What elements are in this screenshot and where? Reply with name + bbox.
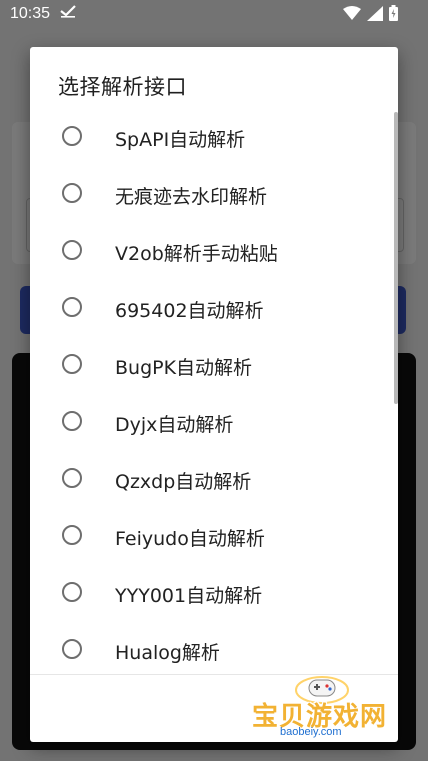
parser-option-label: V2ob解析手动粘贴 (115, 243, 278, 265)
radio-button[interactable] (62, 468, 82, 488)
battery-icon (389, 5, 398, 21)
parser-option-label: 695402自动解析 (115, 300, 264, 322)
radio-button[interactable] (62, 411, 82, 431)
status-icons (343, 5, 398, 21)
parser-option-label: Hualog解析 (115, 642, 220, 664)
watermark-url: baobeiy.com (280, 726, 342, 738)
parser-option[interactable]: V2ob解析手动粘贴 (30, 224, 398, 281)
site-watermark: 宝贝游戏网 baobeiy.com (252, 670, 402, 758)
radio-button[interactable] (62, 354, 82, 374)
radio-button[interactable] (62, 639, 82, 659)
radio-button[interactable] (62, 582, 82, 602)
signal-icon (367, 5, 383, 21)
parser-option-label: Feiyudo自动解析 (115, 528, 265, 550)
radio-button[interactable] (62, 240, 82, 260)
parser-option[interactable]: 695402自动解析 (30, 281, 398, 338)
parser-option[interactable]: SpAPI自动解析 (30, 110, 398, 167)
parser-option-label: YYY001自动解析 (115, 585, 263, 607)
radio-button[interactable] (62, 525, 82, 545)
select-parser-dialog: 选择解析接口 SpAPI自动解析 无痕迹去水印解析 V2ob解析手动粘贴 695… (30, 47, 398, 742)
check-icon (60, 4, 76, 22)
parser-option-label: Dyjx自动解析 (115, 414, 234, 436)
parser-option-label: 无痕迹去水印解析 (115, 186, 268, 208)
parser-option[interactable]: Qzxdp自动解析 (30, 452, 398, 509)
parser-option[interactable]: Feiyudo自动解析 (30, 509, 398, 566)
parser-option-label: Qzxdp自动解析 (115, 471, 252, 493)
parser-option[interactable]: 无痕迹去水印解析 (30, 167, 398, 224)
parser-option[interactable]: BugPK自动解析 (30, 338, 398, 395)
status-time: 10:35 (10, 5, 51, 22)
parser-option-list: SpAPI自动解析 无痕迹去水印解析 V2ob解析手动粘贴 695402自动解析… (30, 110, 398, 680)
radio-button[interactable] (62, 183, 82, 203)
status-bar: 10:35 (0, 0, 428, 30)
radio-button[interactable] (62, 126, 82, 146)
parser-option-label: BugPK自动解析 (115, 357, 253, 379)
dialog-title: 选择解析接口 (58, 75, 187, 99)
radio-button[interactable] (62, 297, 82, 317)
wifi-icon (343, 6, 361, 20)
scrollbar[interactable] (394, 112, 398, 404)
parser-option[interactable]: YYY001自动解析 (30, 566, 398, 623)
parser-option-label: SpAPI自动解析 (115, 129, 246, 151)
parser-option[interactable]: Dyjx自动解析 (30, 395, 398, 452)
